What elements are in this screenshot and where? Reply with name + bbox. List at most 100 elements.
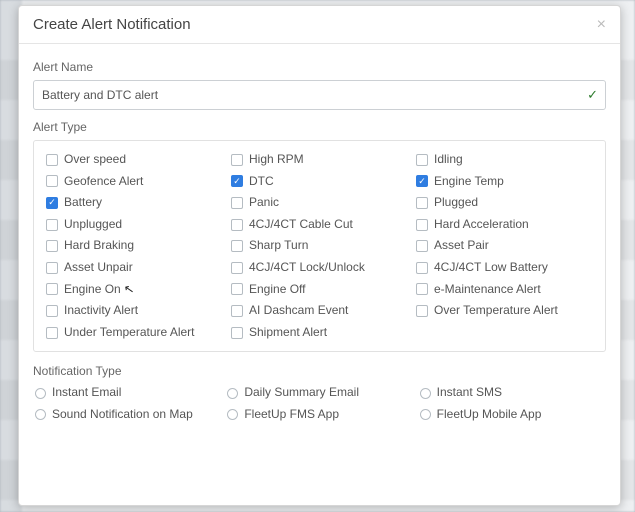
- alert-type-box: Over speed High RPM Idling Geofence Alert DT…: [33, 140, 606, 352]
- checkbox-icon[interactable]: [416, 262, 428, 274]
- checkbox-icon[interactable]: [46, 262, 58, 274]
- alert-type-option-label: 4CJ/4CT Lock/Unlock: [249, 260, 365, 276]
- alert-type-option-label: 4CJ/4CT Cable Cut: [249, 217, 353, 233]
- alert-type-option[interactable]: Hard Acceleration: [416, 216, 593, 234]
- notification-type-option-label: FleetUp FMS App: [244, 407, 339, 423]
- alert-type-option-label: Geofence Alert: [64, 174, 143, 190]
- notification-type-option-label: Instant Email: [52, 385, 121, 401]
- notification-type-option[interactable]: Sound Notification on Map: [35, 406, 219, 424]
- radio-icon[interactable]: [227, 388, 238, 399]
- checkbox-icon[interactable]: [231, 219, 243, 231]
- notification-type-option-label: FleetUp Mobile App: [437, 407, 542, 423]
- alert-type-option[interactable]: 4CJ/4CT Cable Cut: [231, 216, 408, 234]
- alert-name-label: Alert Name: [33, 60, 606, 74]
- alert-type-option[interactable]: Battery: [46, 194, 223, 212]
- notification-type-option-label: Sound Notification on Map: [52, 407, 193, 423]
- alert-type-option[interactable]: Unplugged: [46, 216, 223, 234]
- alert-type-option-label: DTC: [249, 174, 274, 190]
- alert-type-option-label: Asset Unpair: [64, 260, 133, 276]
- checkbox-icon[interactable]: [416, 305, 428, 317]
- alert-type-option-label: Panic: [249, 195, 279, 211]
- alert-type-option[interactable]: Inactivity Alert: [46, 302, 223, 320]
- alert-type-option[interactable]: High RPM: [231, 151, 408, 169]
- checkbox-icon[interactable]: [46, 219, 58, 231]
- alert-type-option[interactable]: Over Temperature Alert: [416, 302, 593, 320]
- notification-type-option-label: Instant SMS: [437, 385, 502, 401]
- checkbox-icon[interactable]: [46, 305, 58, 317]
- alert-type-option-label: Engine Off: [249, 282, 305, 298]
- alert-type-option-label: Inactivity Alert: [64, 303, 138, 319]
- alert-type-option-label: Hard Braking: [64, 238, 134, 254]
- alert-type-option[interactable]: 4CJ/4CT Lock/Unlock: [231, 259, 408, 277]
- checkbox-icon[interactable]: [416, 240, 428, 252]
- alert-type-option-label: Plugged: [434, 195, 478, 211]
- alert-type-option-label: Battery: [64, 195, 102, 211]
- alert-type-option[interactable]: Hard Braking: [46, 237, 223, 255]
- checkbox-icon[interactable]: [231, 154, 243, 166]
- modal-header: Create Alert Notification ×: [19, 6, 620, 44]
- checkbox-icon[interactable]: [416, 175, 428, 187]
- alert-type-option[interactable]: e-Maintenance Alert: [416, 281, 593, 299]
- checkbox-icon[interactable]: [46, 175, 58, 187]
- notification-type-option[interactable]: Instant Email: [35, 384, 219, 402]
- checkbox-icon[interactable]: [46, 283, 58, 295]
- checkbox-icon[interactable]: [46, 197, 58, 209]
- alert-type-option-label: Under Temperature Alert: [64, 325, 195, 341]
- alert-type-option-label: Shipment Alert: [249, 325, 327, 341]
- alert-type-option-label: Hard Acceleration: [434, 217, 529, 233]
- radio-icon[interactable]: [35, 409, 46, 420]
- alert-type-option-label: AI Dashcam Event: [249, 303, 348, 319]
- alert-type-option-label: Over speed: [64, 152, 126, 168]
- close-icon[interactable]: ×: [597, 17, 606, 33]
- notification-type-option[interactable]: Instant SMS: [420, 384, 604, 402]
- radio-icon[interactable]: [420, 409, 431, 420]
- alert-type-option-label: 4CJ/4CT Low Battery: [434, 260, 548, 276]
- notification-type-option[interactable]: FleetUp Mobile App: [420, 406, 604, 424]
- checkbox-icon[interactable]: [46, 327, 58, 339]
- alert-name-input[interactable]: [33, 80, 606, 110]
- checkbox-icon[interactable]: [231, 327, 243, 339]
- checkbox-icon[interactable]: [416, 219, 428, 231]
- radio-icon[interactable]: [420, 388, 431, 399]
- alert-type-option[interactable]: 4CJ/4CT Low Battery: [416, 259, 593, 277]
- alert-name-field-wrap: ✓: [33, 80, 606, 110]
- notification-type-option[interactable]: Daily Summary Email: [227, 384, 411, 402]
- alert-type-option[interactable]: Sharp Turn: [231, 237, 408, 255]
- alert-type-option[interactable]: Under Temperature Alert: [46, 324, 223, 342]
- checkbox-icon[interactable]: [416, 154, 428, 166]
- alert-type-option[interactable]: Engine Off: [231, 281, 408, 299]
- alert-type-label: Alert Type: [33, 120, 606, 134]
- checkbox-icon[interactable]: [46, 154, 58, 166]
- notification-type-option-label: Daily Summary Email: [244, 385, 359, 401]
- alert-type-option[interactable]: Panic: [231, 194, 408, 212]
- modal-body: Alert Name ✓ Alert Type Over speed High R…: [19, 44, 620, 438]
- alert-type-option[interactable]: DTC: [231, 173, 408, 191]
- alert-type-option-label: Engine Temp: [434, 174, 504, 190]
- alert-type-option[interactable]: Engine Temp: [416, 173, 593, 191]
- alert-type-option[interactable]: Engine On: [46, 281, 223, 299]
- checkbox-icon[interactable]: [231, 283, 243, 295]
- alert-type-option[interactable]: Asset Unpair: [46, 259, 223, 277]
- checkbox-icon[interactable]: [416, 197, 428, 209]
- radio-icon[interactable]: [227, 409, 238, 420]
- checkbox-icon[interactable]: [416, 283, 428, 295]
- checkbox-icon[interactable]: [231, 197, 243, 209]
- notification-type-option[interactable]: FleetUp FMS App: [227, 406, 411, 424]
- checkmark-icon: ✓: [587, 87, 598, 103]
- alert-type-option-label: Asset Pair: [434, 238, 489, 254]
- alert-type-option[interactable]: AI Dashcam Event: [231, 302, 408, 320]
- checkbox-icon[interactable]: [231, 175, 243, 187]
- alert-type-option[interactable]: Geofence Alert: [46, 173, 223, 191]
- checkbox-icon[interactable]: [231, 240, 243, 252]
- checkbox-icon[interactable]: [231, 262, 243, 274]
- alert-type-option[interactable]: Plugged: [416, 194, 593, 212]
- alert-type-option[interactable]: Over speed: [46, 151, 223, 169]
- alert-type-option[interactable]: Idling: [416, 151, 593, 169]
- alert-type-option-label: Engine On: [64, 282, 121, 298]
- checkbox-icon[interactable]: [231, 305, 243, 317]
- checkbox-icon[interactable]: [46, 240, 58, 252]
- alert-type-option[interactable]: Asset Pair: [416, 237, 593, 255]
- alert-type-option-label: High RPM: [249, 152, 304, 168]
- radio-icon[interactable]: [35, 388, 46, 399]
- alert-type-option[interactable]: Shipment Alert: [231, 324, 408, 342]
